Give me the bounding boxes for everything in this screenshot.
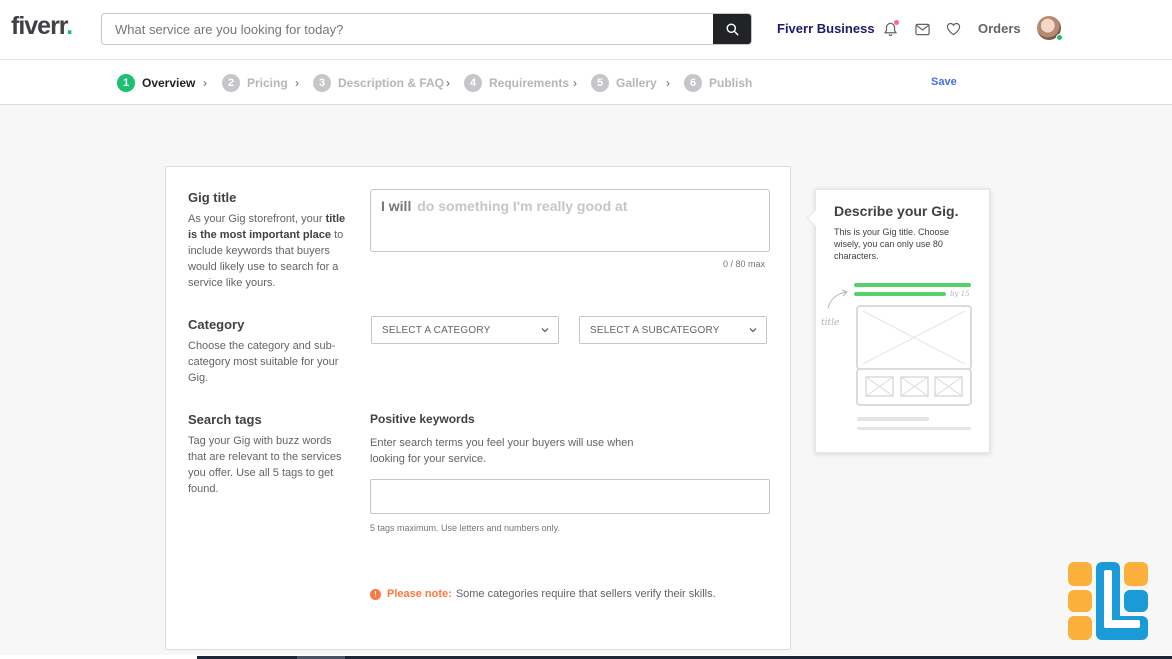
search-tags-description: Tag your Gig with buzz words that are re… <box>188 435 342 495</box>
category-description: Choose the category and sub-category mos… <box>188 340 339 384</box>
positive-keywords-label: Positive keywords <box>370 412 475 426</box>
category-select-value: SELECT A CATEGORY <box>382 324 491 336</box>
step-pricing[interactable]: 2 Pricing <box>222 73 288 92</box>
chevron-down-icon <box>541 328 549 333</box>
step-number: 6 <box>684 73 702 92</box>
save-button[interactable]: Save <box>931 76 957 88</box>
search-bar <box>101 13 752 45</box>
step-label: Publish <box>709 75 753 90</box>
chevron-right-icon: › <box>295 76 299 90</box>
step-number: 4 <box>464 73 482 92</box>
user-avatar[interactable] <box>1037 16 1063 41</box>
tip-title: Describe your Gig. <box>834 203 959 219</box>
brand-logo-icon <box>1068 562 1148 640</box>
step-publish[interactable]: 6 Publish <box>684 73 752 92</box>
note-text: Some categories require that sellers ver… <box>455 588 716 600</box>
gig-preview-illustration: title by 15 <box>816 276 991 436</box>
messages-button[interactable] <box>913 20 931 38</box>
gig-title-tip-card: Describe your Gig. This is your Gig titl… <box>806 189 991 453</box>
step-number: 3 <box>313 73 331 92</box>
overview-form-card: Gig title As your Gig storefront, your t… <box>165 166 791 650</box>
notifications-button[interactable] <box>881 20 899 38</box>
step-label: Requirements <box>489 75 570 90</box>
horizontal-scrollbar[interactable] <box>0 655 1172 659</box>
gig-title-description: As your Gig storefront, your title is th… <box>188 211 348 291</box>
logo-dot: . <box>66 12 73 40</box>
tip-body: This is your Gig title. Choose wisely, y… <box>834 227 950 261</box>
positive-keywords-input[interactable] <box>370 479 770 514</box>
mail-icon <box>914 23 930 35</box>
brand-logo <box>1068 562 1148 642</box>
chevron-right-icon: › <box>573 76 577 90</box>
warning-icon: ! <box>370 588 381 600</box>
logo-text: fiverr <box>11 12 67 40</box>
step-label: Gallery <box>616 75 657 90</box>
desc-text: As your Gig storefront, your <box>188 213 326 225</box>
chevron-down-icon <box>749 328 757 333</box>
character-counter: 0 / 80 max <box>723 259 766 269</box>
step-gallery[interactable]: 5 Gallery <box>591 73 657 92</box>
subcategory-select-value: SELECT A SUBCATEGORY <box>590 324 720 336</box>
chevron-right-icon: › <box>446 76 450 90</box>
step-requirements[interactable]: 4 Requirements <box>464 73 569 92</box>
heart-icon <box>946 22 960 36</box>
orders-link[interactable]: Orders <box>978 21 1021 36</box>
search-input[interactable] <box>102 14 715 44</box>
gig-steps-bar: 1 Overview › 2 Pricing › 3 Description &… <box>0 60 1172 105</box>
tags-help-text: 5 tags maximum. Use letters and numbers … <box>370 523 560 533</box>
chevron-right-icon: › <box>666 76 670 90</box>
positive-keywords-description: Enter search terms you feel your buyers … <box>370 437 634 465</box>
online-status-dot <box>1056 34 1063 41</box>
step-number: 2 <box>222 73 240 92</box>
verification-note: ! Please note: Some categories require t… <box>370 588 716 600</box>
step-number: 5 <box>591 73 609 92</box>
gig-title-prefix: I will <box>381 198 412 214</box>
gig-title-label: Gig title <box>188 190 237 205</box>
search-icon <box>725 22 739 36</box>
illustration-hint: by 15 <box>950 290 970 298</box>
fiverr-logo[interactable]: fiverr. <box>11 12 73 41</box>
gig-title-placeholder: do something I'm really good at <box>417 198 628 214</box>
step-label: Overview <box>142 75 196 90</box>
fiverr-business-link[interactable]: Fiverr Business <box>777 21 875 36</box>
step-description-faq[interactable]: 3 Description & FAQ <box>313 73 444 92</box>
wireframe-illustration <box>827 283 972 430</box>
category-select[interactable]: SELECT A CATEGORY <box>371 316 559 344</box>
subcategory-select[interactable]: SELECT A SUBCATEGORY <box>579 316 767 344</box>
tip-arrow <box>806 209 824 227</box>
step-label: Description & FAQ <box>338 75 445 90</box>
chevron-right-icon: › <box>203 76 207 90</box>
search-button[interactable] <box>713 14 751 44</box>
illustration-label: title <box>821 318 840 328</box>
gig-title-input[interactable]: I will do something I'm really good at <box>370 189 770 252</box>
category-label: Category <box>188 317 245 332</box>
step-label: Pricing <box>247 75 288 90</box>
top-navigation: fiverr. Fiverr Business Orders <box>0 0 1172 60</box>
step-number: 1 <box>117 73 135 92</box>
search-tags-label: Search tags <box>188 412 262 427</box>
note-heading: Please note: <box>387 588 452 600</box>
notification-dot <box>894 20 899 25</box>
favorites-button[interactable] <box>944 20 962 38</box>
step-overview[interactable]: 1 Overview <box>117 73 195 92</box>
